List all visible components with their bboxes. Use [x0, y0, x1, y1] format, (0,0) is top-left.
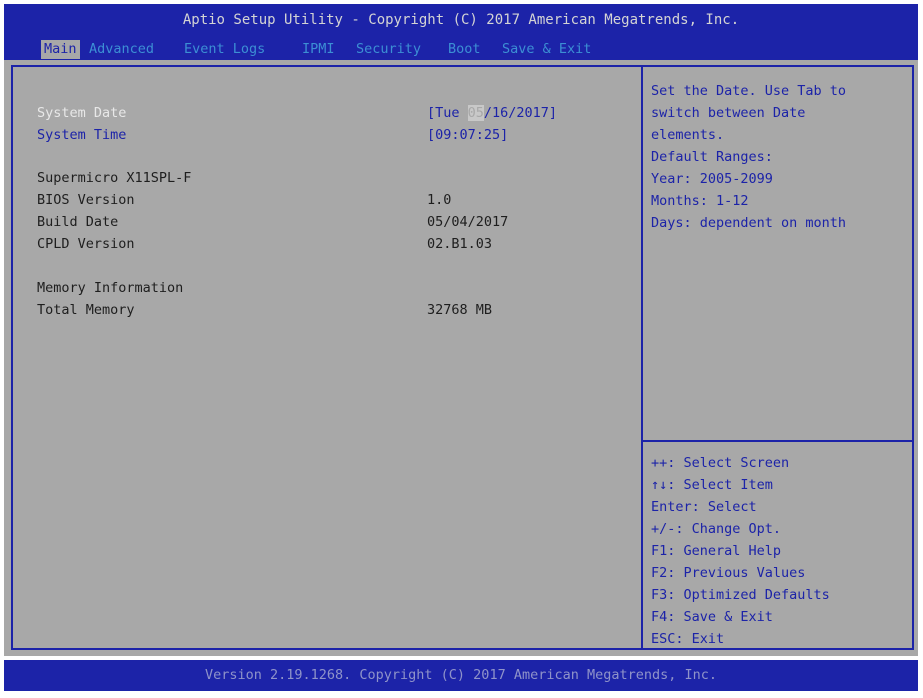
bios-version-label: BIOS Version [37, 192, 135, 208]
cpld-version-value: 02.B1.03 [427, 236, 493, 252]
system-date-cursor-field[interactable]: 05 [467, 105, 484, 121]
system-date-suffix: /16/2017] [483, 105, 558, 121]
key-help-line: +/-: Change Opt. [651, 521, 782, 537]
help-line: switch between Date [651, 105, 806, 121]
app-title: Aptio Setup Utility - Copyright (C) 2017… [182, 12, 740, 28]
key-help-line: ESC: Exit [651, 631, 725, 647]
key-help-line: F3: Optimized Defaults [651, 587, 830, 603]
help-line: Set the Date. Use Tab to [651, 83, 847, 99]
help-line: Days: dependent on month [651, 215, 847, 231]
system-time-label[interactable]: System Time [37, 127, 126, 143]
tab-save-exit[interactable]: Save & Exit [502, 40, 591, 59]
key-help-line: F2: Previous Values [651, 565, 806, 581]
tab-main[interactable]: Main [41, 40, 80, 59]
system-date-value[interactable]: [Tue 05/16/2017] [427, 105, 557, 121]
key-help-line: F4: Save & Exit [651, 609, 773, 625]
tab-ipmi[interactable]: IPMI [302, 40, 335, 59]
system-date-label[interactable]: System Date [37, 105, 126, 121]
help-line: elements. [651, 127, 725, 143]
cpld-version-label: CPLD Version [37, 236, 135, 252]
horizontal-divider [643, 440, 914, 442]
tab-security[interactable]: Security [356, 40, 421, 59]
bios-version-value: 1.0 [427, 192, 452, 208]
main-panel: System Date [Tue 05/16/2017] System Time… [4, 60, 918, 656]
footer-bar: Version 2.19.1268. Copyright (C) 2017 Am… [4, 660, 918, 691]
key-help-line: F1: General Help [651, 543, 782, 559]
tab-event-logs[interactable]: Event Logs [184, 40, 265, 59]
system-date-prefix: [Tue [427, 105, 468, 121]
tab-advanced[interactable]: Advanced [89, 40, 154, 59]
memory-info-header: Memory Information [37, 280, 184, 296]
key-help-line: ++: Select Screen [651, 455, 790, 471]
build-date-value: 05/04/2017 [427, 214, 509, 230]
build-date-label: Build Date [37, 214, 119, 230]
total-memory-value: 32768 MB [427, 302, 493, 318]
vertical-divider [641, 67, 643, 648]
help-line: Default Ranges: [651, 149, 773, 165]
board-name: Supermicro X11SPL-F [37, 170, 192, 186]
tab-boot[interactable]: Boot [448, 40, 481, 59]
system-time-value[interactable]: [09:07:25] [427, 127, 508, 143]
total-memory-label: Total Memory [37, 302, 135, 318]
title-bar: Aptio Setup Utility - Copyright (C) 2017… [4, 4, 918, 60]
content-frame: System Date [Tue 05/16/2017] System Time… [11, 65, 914, 650]
key-help-line: ↑↓: Select Item [651, 477, 773, 493]
key-help-line: Enter: Select [651, 499, 757, 515]
help-line: Months: 1-12 [651, 193, 749, 209]
help-line: Year: 2005-2099 [651, 171, 773, 187]
